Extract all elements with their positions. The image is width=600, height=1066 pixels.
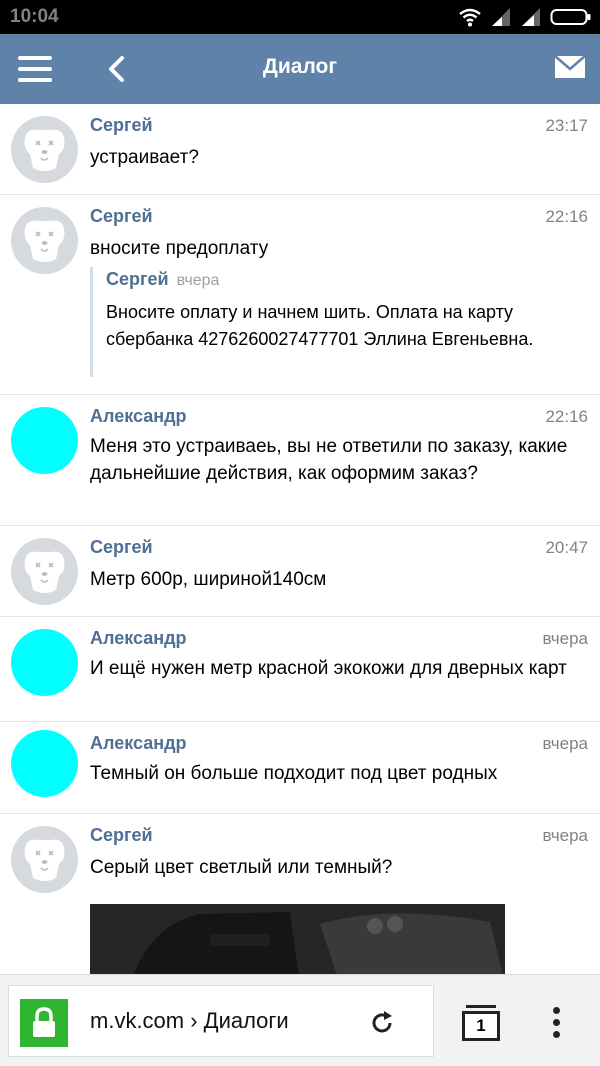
- message-item[interactable]: Сергей вчера Серый цвет светлый или темн…: [0, 814, 600, 974]
- message-author[interactable]: Сергей: [90, 206, 153, 227]
- forwarded-author[interactable]: Сергей: [106, 269, 169, 289]
- message-item[interactable]: Сергей 23:17 устраивает?: [0, 104, 600, 195]
- message-item[interactable]: Сергей 20:47 Метр 600р, шириной140см: [0, 526, 600, 617]
- lock-icon[interactable]: [20, 999, 68, 1047]
- message-time: вчера: [542, 734, 589, 753]
- message-list: Сергей 23:17 устраивает? Сергей 22:16 вн…: [0, 104, 600, 974]
- url-text[interactable]: m.vk.com › Диалоги: [90, 1008, 289, 1034]
- message-author[interactable]: Сергей: [90, 115, 153, 136]
- more-menu-icon[interactable]: [548, 1003, 564, 1043]
- message-author[interactable]: Александр: [90, 406, 187, 427]
- signal-icon-2: [522, 8, 540, 26]
- message-text: Меня это устраиваеь, вы не ответили по з…: [90, 436, 568, 484]
- hamburger-icon[interactable]: [18, 54, 54, 84]
- browser-bar: m.vk.com › Диалоги 1: [0, 974, 600, 1066]
- message-author[interactable]: Александр: [90, 628, 187, 649]
- message-text: И ещё нужен метр красной экокожи для две…: [90, 658, 567, 679]
- tabs-button[interactable]: 1: [462, 1005, 500, 1041]
- redacted-avatar[interactable]: [11, 629, 78, 696]
- status-icons: [458, 6, 592, 28]
- dog-avatar[interactable]: [11, 116, 78, 183]
- dog-avatar[interactable]: [11, 207, 78, 274]
- status-bar: 10:04: [0, 0, 600, 34]
- message-author[interactable]: Александр: [90, 733, 187, 754]
- message-item[interactable]: Александр вчера И ещё нужен метр красной…: [0, 617, 600, 722]
- redacted-avatar[interactable]: [11, 730, 78, 797]
- mail-icon[interactable]: [554, 54, 586, 80]
- message-text: устраивает?: [90, 147, 199, 168]
- tabs-count: 1: [462, 1011, 500, 1041]
- forwarded-time: вчера: [176, 272, 220, 289]
- page-title: Диалог: [262, 55, 338, 78]
- redacted-avatar[interactable]: [11, 407, 78, 474]
- message-time: 22:16: [545, 407, 588, 426]
- chevron-left-icon[interactable]: [104, 52, 130, 86]
- message-item[interactable]: Александр 22:16 Меня это устраиваеь, вы …: [0, 395, 600, 526]
- message-item[interactable]: Александр вчера Темный он больше подходи…: [0, 722, 600, 814]
- wifi-icon: [459, 8, 481, 27]
- signal-icon-1: [492, 8, 510, 26]
- message-time: 20:47: [545, 538, 588, 557]
- message-time: 23:17: [545, 116, 588, 135]
- battery-icon: [550, 9, 591, 25]
- message-item[interactable]: Сергей 22:16 вносите предоплату Сергей вч…: [0, 195, 600, 395]
- message-author[interactable]: Сергей: [90, 825, 153, 846]
- message-time: 22:16: [545, 207, 588, 226]
- tabs-icon: [466, 1005, 496, 1008]
- app-header: Диалог: [0, 34, 600, 104]
- message-text: Темный он больше подходит под цвет родны…: [90, 763, 498, 784]
- forwarded-text: Вносите оплату и начнем шить. Оплата на …: [106, 302, 534, 349]
- message-time: вчера: [542, 826, 589, 845]
- message-text: вносите предоплату: [90, 238, 269, 259]
- dog-avatar[interactable]: [11, 538, 78, 605]
- reload-icon[interactable]: [368, 1009, 396, 1037]
- forwarded-message[interactable]: Сергей вчера Вносите оплату и начнем шить…: [90, 267, 586, 377]
- dog-avatar[interactable]: [11, 826, 78, 893]
- photo-attachment[interactable]: [90, 904, 505, 974]
- message-text: Серый цвет светлый или темный?: [90, 857, 393, 878]
- message-text: Метр 600р, шириной140см: [90, 569, 327, 590]
- forwarded-header: Сергей вчера: [106, 267, 586, 293]
- message-time: вчера: [542, 629, 589, 648]
- message-author[interactable]: Сергей: [90, 537, 153, 558]
